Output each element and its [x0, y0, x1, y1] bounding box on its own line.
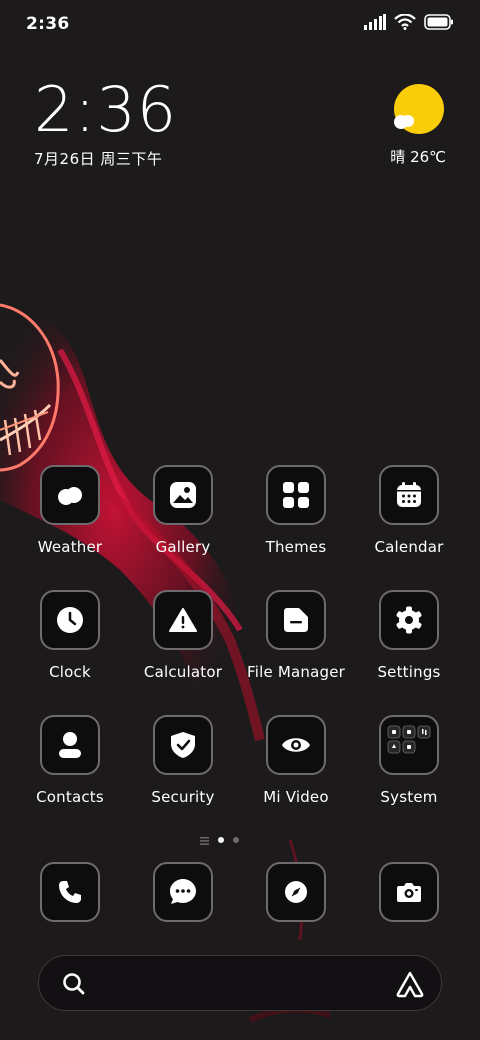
app-label: Themes	[265, 538, 327, 556]
app-system-folder[interactable]: System	[354, 715, 464, 806]
dock-phone[interactable]	[15, 862, 125, 922]
app-label: Calculator	[143, 663, 223, 681]
app-label: Clock	[49, 663, 91, 681]
app-label: Mi Video	[263, 788, 329, 806]
calendar-icon	[379, 465, 439, 525]
weather-text: 晴 26℃	[390, 146, 446, 167]
status-bar: 2:36	[0, 0, 480, 52]
app-calendar[interactable]: Calendar	[354, 465, 464, 556]
security-icon	[153, 715, 213, 775]
browser-icon	[266, 862, 326, 922]
weather-widget[interactable]: 晴 26℃	[376, 82, 446, 172]
weather-temperature: 26℃	[410, 148, 446, 166]
messages-icon	[153, 862, 213, 922]
dock-browser[interactable]	[241, 862, 351, 922]
search-bar[interactable]	[38, 955, 442, 1011]
app-clock[interactable]: Clock	[15, 590, 125, 681]
assistant-icon[interactable]	[395, 970, 425, 1002]
battery-icon	[424, 14, 454, 34]
mi-video-icon	[266, 715, 326, 775]
page-dot-current[interactable]	[218, 836, 224, 843]
app-security[interactable]: Security	[128, 715, 238, 806]
clock-widget[interactable]: 2:36 7月26日 周三下午	[34, 78, 177, 169]
status-time: 2:36	[26, 14, 70, 34]
gallery-icon	[153, 465, 213, 525]
app-label: File Manager	[246, 663, 346, 681]
app-weather[interactable]: Weather	[15, 465, 125, 556]
app-label: Contacts	[36, 788, 104, 806]
app-label: Calendar	[374, 538, 444, 556]
dock-camera[interactable]	[354, 862, 464, 922]
app-label: Security	[151, 788, 215, 806]
settings-icon	[379, 590, 439, 650]
app-mi-video[interactable]: Mi Video	[241, 715, 351, 806]
contacts-icon	[40, 715, 100, 775]
app-contacts[interactable]: Contacts	[15, 715, 125, 806]
widget-time: 2:36	[34, 73, 178, 146]
app-label: System	[380, 788, 438, 806]
weather-icon	[40, 465, 100, 525]
app-themes[interactable]: Themes	[241, 465, 351, 556]
search-icon[interactable]	[61, 971, 87, 1001]
status-icons	[364, 13, 454, 34]
system-folder-icon	[379, 715, 439, 775]
signal-icon	[364, 14, 386, 34]
wifi-icon	[394, 13, 416, 34]
cloud-icon	[392, 112, 418, 134]
page-dot[interactable]	[233, 836, 239, 843]
app-label: Gallery	[155, 538, 211, 556]
app-settings[interactable]: Settings	[354, 590, 464, 681]
app-gallery[interactable]: Gallery	[128, 465, 238, 556]
page-indicator[interactable]	[200, 830, 239, 849]
camera-icon	[379, 862, 439, 922]
app-file-manager[interactable]: File Manager	[241, 590, 351, 681]
file-manager-icon	[266, 590, 326, 650]
themes-icon	[266, 465, 326, 525]
menu-lines-icon	[200, 830, 209, 849]
app-label: Weather	[37, 538, 103, 556]
dock-messages[interactable]	[128, 862, 238, 922]
app-calculator[interactable]: Calculator	[128, 590, 238, 681]
app-label: Settings	[377, 663, 441, 681]
widget-date: 7月26日 周三下午	[34, 150, 163, 168]
weather-condition: 晴	[390, 148, 406, 166]
phone-icon	[40, 862, 100, 922]
clock-icon	[40, 590, 100, 650]
calculator-icon	[153, 590, 213, 650]
